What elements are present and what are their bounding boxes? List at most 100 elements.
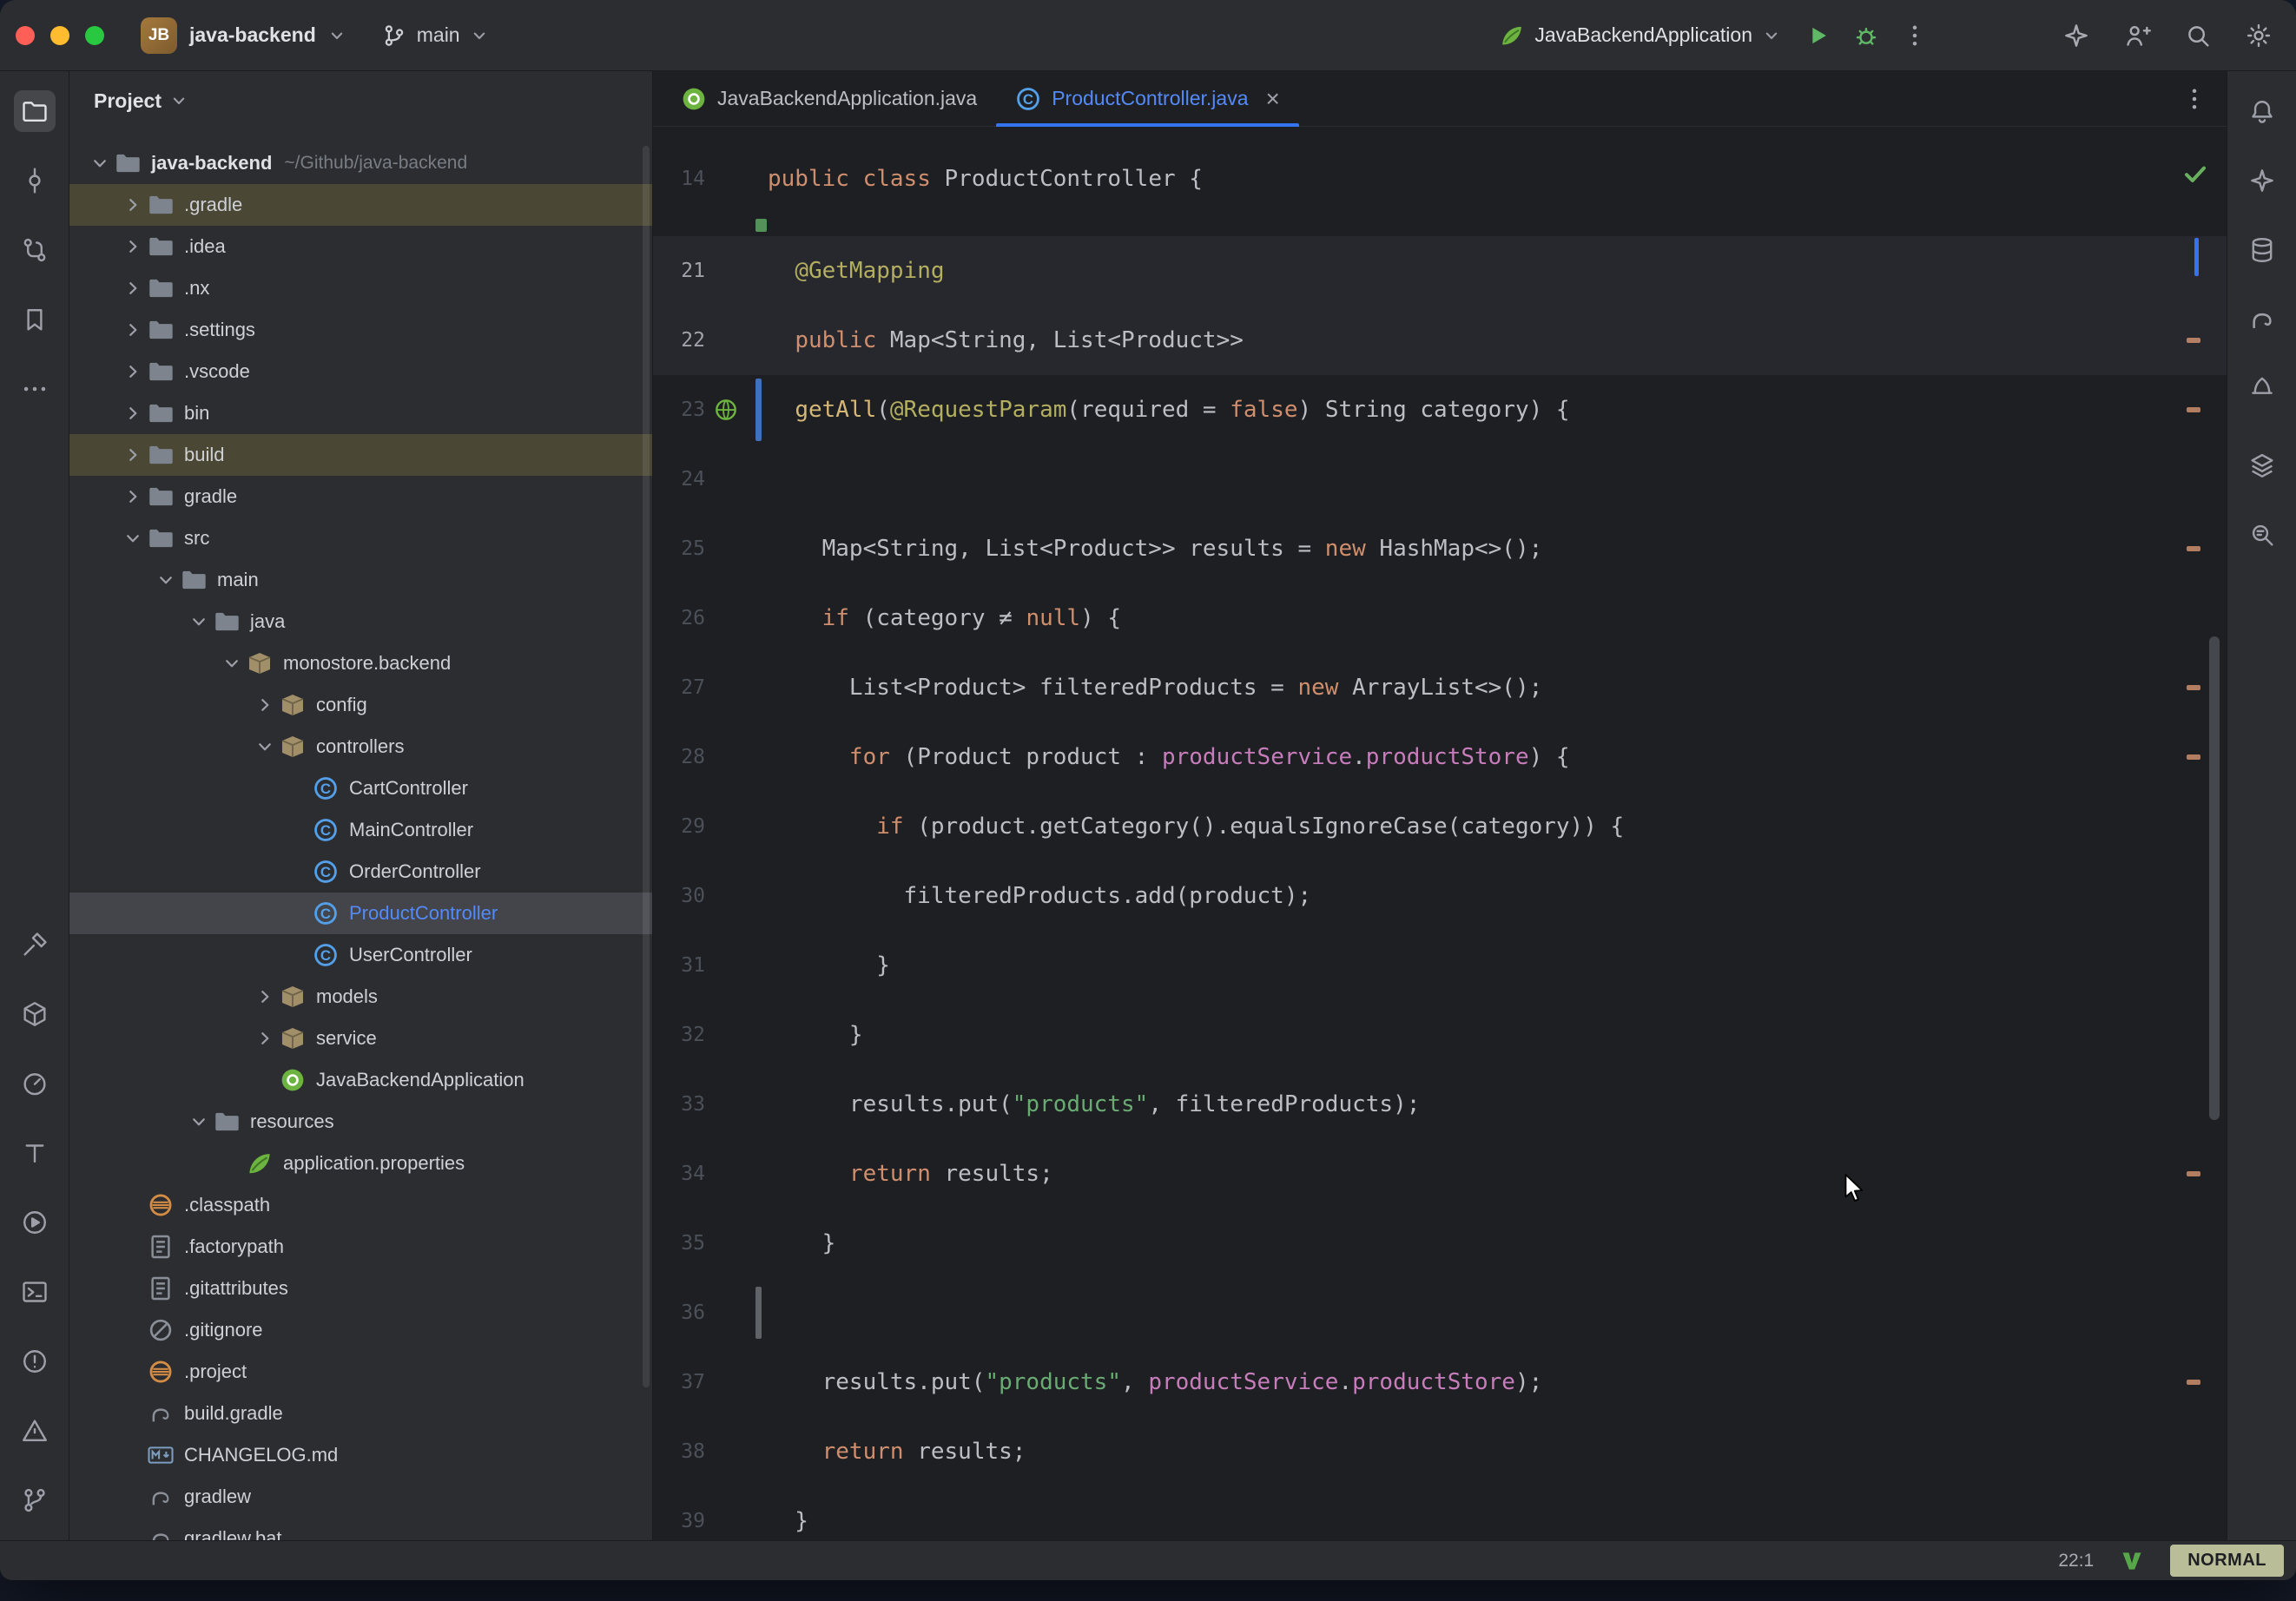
project-selector[interactable]: JB java-backend — [130, 10, 356, 61]
code-line-21[interactable]: 21 @GetMapping — [653, 236, 2227, 306]
chevron-right-icon[interactable] — [250, 982, 280, 1011]
caret-position-widget[interactable]: 22:1 — [2058, 1551, 2094, 1571]
settings-button[interactable] — [2239, 16, 2279, 56]
tree-item-java[interactable]: java — [69, 601, 652, 642]
chevron-down-icon[interactable] — [250, 732, 280, 761]
folded-region[interactable] — [653, 214, 2227, 236]
code-line-35[interactable]: 35 } — [653, 1209, 2227, 1278]
tree-item-gradlew-bat[interactable]: gradlew.bat — [69, 1518, 652, 1540]
notifications-button[interactable] — [2241, 90, 2283, 132]
vim-mode-badge[interactable]: NORMAL — [2170, 1545, 2284, 1577]
chevron-down-icon[interactable] — [217, 649, 247, 678]
minimize-window-button[interactable] — [50, 26, 69, 45]
code-line-30[interactable]: 30 filteredProducts.add(product); — [653, 861, 2227, 931]
tree-item--classpath[interactable]: .classpath — [69, 1184, 652, 1226]
close-window-button[interactable] — [16, 26, 35, 45]
editor-scrollbar[interactable] — [2209, 636, 2220, 1120]
tree-item--idea[interactable]: .idea — [69, 226, 652, 267]
bookmarks-button[interactable] — [14, 299, 56, 340]
tree-item-build[interactable]: build — [69, 434, 652, 476]
tree-item-src[interactable]: src — [69, 517, 652, 559]
chevron-down-icon[interactable] — [151, 565, 181, 595]
chevron-down-icon[interactable] — [85, 148, 115, 178]
database-button[interactable] — [2241, 229, 2283, 271]
tree-item--vscode[interactable]: .vscode — [69, 351, 652, 392]
close-tab-icon[interactable]: × — [1266, 87, 1280, 111]
code-line-28[interactable]: 28 for (Product product : productService… — [653, 722, 2227, 792]
code-line-29[interactable]: 29 if (product.getCategory().equalsIgnor… — [653, 792, 2227, 861]
terminal-button[interactable] — [14, 1271, 56, 1313]
debug-button[interactable] — [1846, 16, 1886, 56]
code-line-24[interactable]: 24 — [653, 445, 2227, 514]
problems-button[interactable] — [14, 1341, 56, 1382]
tree-item--project[interactable]: .project — [69, 1351, 652, 1393]
tree-item-maincontroller[interactable]: CMainController — [69, 809, 652, 851]
tree-item-models[interactable]: models — [69, 976, 652, 1018]
tree-item-monostore-backend[interactable]: monostore.backend — [69, 642, 652, 684]
tree-item--factorypath[interactable]: .factorypath — [69, 1226, 652, 1268]
tree-item-main[interactable]: main — [69, 559, 652, 601]
branch-selector[interactable]: main — [382, 23, 488, 48]
tab-options-icon[interactable] — [2174, 79, 2214, 119]
tree-item-application-properties[interactable]: application.properties — [69, 1143, 652, 1184]
build-button[interactable] — [14, 924, 56, 965]
project-tree-scrollbar[interactable] — [643, 146, 650, 1387]
tree-item--gitignore[interactable]: .gitignore — [69, 1309, 652, 1351]
code-line-38[interactable]: 38 return results; — [653, 1417, 2227, 1486]
tree-item-bin[interactable]: bin — [69, 392, 652, 434]
code-with-me-button[interactable] — [2117, 16, 2157, 56]
chevron-right-icon[interactable] — [250, 1024, 280, 1053]
tree-item-changelog-md[interactable]: CHANGELOG.md — [69, 1434, 652, 1476]
code-line-32[interactable]: 32 } — [653, 1000, 2227, 1070]
chevron-right-icon[interactable] — [118, 357, 148, 386]
code-line-25[interactable]: 25 Map<String, List<Product>> results = … — [653, 514, 2227, 583]
dependencies-button[interactable] — [14, 993, 56, 1035]
editor-surface[interactable]: 14public class ProductController { 21 @Ge… — [653, 127, 2227, 1540]
tree-item-controllers[interactable]: controllers — [69, 726, 652, 768]
code-line-14[interactable]: 14public class ProductController { — [653, 144, 2227, 214]
run-configuration-selector[interactable]: JavaBackendApplication — [1491, 18, 1789, 53]
code-line-23[interactable]: 23 getAll(@RequestParam(required = false… — [653, 375, 2227, 445]
code-line-33[interactable]: 33 results.put("products", filteredProdu… — [653, 1070, 2227, 1139]
todo-button[interactable] — [14, 1132, 56, 1174]
inspections-ok-icon[interactable] — [2181, 160, 2209, 188]
tab-productcontroller-java[interactable]: C ProductController.java × — [996, 71, 1299, 126]
code-line-37[interactable]: 37 results.put("products", productServic… — [653, 1347, 2227, 1417]
endpoint-icon[interactable] — [705, 397, 747, 423]
tree-item-usercontroller[interactable]: CUserController — [69, 934, 652, 976]
documentation-layers-button[interactable] — [2241, 445, 2283, 486]
tree-item-cartcontroller[interactable]: CCartController — [69, 768, 652, 809]
maven-button[interactable] — [2241, 368, 2283, 410]
code-line-22[interactable]: 22 public Map<String, List<Product>> — [653, 306, 2227, 375]
code-line-36[interactable]: 36 — [653, 1278, 2227, 1347]
chevron-right-icon[interactable] — [118, 190, 148, 220]
code-line-27[interactable]: 27 List<Product> filteredProducts = new … — [653, 653, 2227, 722]
tree-item-config[interactable]: config — [69, 684, 652, 726]
ai-assistant-button[interactable] — [2241, 160, 2283, 201]
commit-button[interactable] — [14, 160, 56, 201]
tree-item-productcontroller[interactable]: CProductController — [69, 893, 652, 934]
warnings-button[interactable] — [14, 1410, 56, 1452]
chevron-right-icon[interactable] — [118, 440, 148, 470]
chevron-right-icon[interactable] — [118, 273, 148, 303]
chevron-down-icon[interactable] — [184, 607, 214, 636]
tree-item-gradle[interactable]: gradle — [69, 476, 652, 517]
chevron-right-icon[interactable] — [250, 690, 280, 720]
chevron-right-icon[interactable] — [118, 232, 148, 261]
tree-item--gradle[interactable]: .gradle — [69, 184, 652, 226]
tree-item-service[interactable]: service — [69, 1018, 652, 1059]
profiler-button[interactable] — [14, 1063, 56, 1104]
ai-assistant-button[interactable] — [2056, 16, 2096, 56]
tree-item--settings[interactable]: .settings — [69, 309, 652, 351]
search-everywhere-button[interactable] — [2178, 16, 2218, 56]
code-line-26[interactable]: 26 if (category ≠ null) { — [653, 583, 2227, 653]
ideavim-icon[interactable] — [2120, 1549, 2144, 1573]
version-control-button[interactable] — [14, 1479, 56, 1521]
code-line-31[interactable]: 31 } — [653, 931, 2227, 1000]
tree-item-java-backend[interactable]: java-backend~/Github/java-backend — [69, 142, 652, 184]
run-button[interactable] — [1798, 16, 1837, 56]
chevron-right-icon[interactable] — [118, 482, 148, 511]
more-tool-windows-button[interactable] — [14, 368, 56, 410]
project-button[interactable] — [14, 90, 56, 132]
tab-javabackendapplication-java[interactable]: JavaBackendApplication.java — [662, 71, 996, 126]
